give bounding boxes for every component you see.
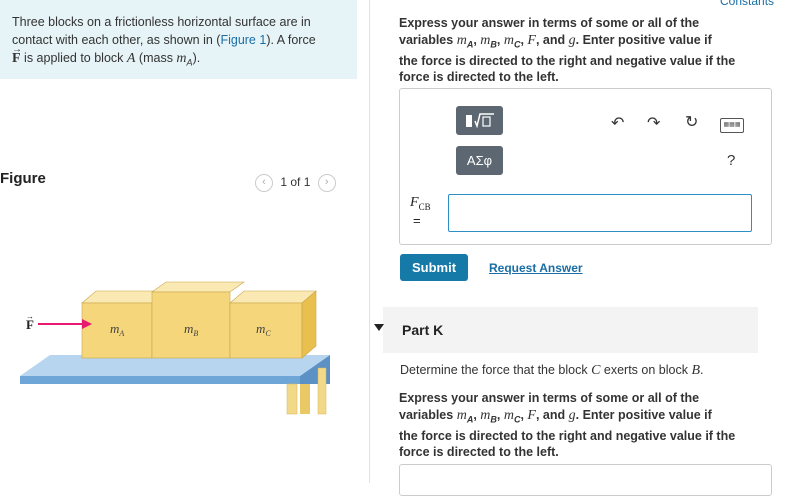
mass-symbol: m [176, 51, 187, 66]
templates-button[interactable] [456, 106, 503, 135]
block-b-top [151, 281, 245, 293]
equals-sign: = [413, 213, 421, 228]
var-sub: B [490, 414, 497, 424]
figure-heading: Figure [0, 170, 46, 187]
instr-positive: . Enter positive value if [575, 32, 712, 47]
reset-icon[interactable]: ↻ [685, 112, 698, 132]
question-text-2: exerts on block [600, 363, 692, 377]
chevron-left-icon[interactable]: ‹ [255, 174, 273, 192]
undo-icon[interactable]: ↶ [611, 113, 624, 133]
answer-instructions: Express your answer in terms of some or … [399, 16, 736, 84]
problem-line-3: is applied to block [20, 51, 127, 65]
question-period: . [700, 363, 704, 377]
greek-symbols-button[interactable]: ΑΣφ [456, 146, 503, 175]
var-m: m [503, 32, 514, 48]
k-instr-line-4: force is directed to the left. [399, 445, 559, 459]
instr-line-4: force is directed to the left. [399, 70, 559, 84]
problem-line-2-end: ). A force [266, 33, 316, 47]
problem-text: Three blocks on a frictionless horizonta… [12, 13, 347, 72]
var-f: F [527, 407, 536, 423]
pager-text: 1 of 1 [280, 175, 311, 190]
instr-variables: variables [399, 32, 457, 47]
k-instr-line-3: the force is directed to the right and n… [399, 428, 736, 443]
instr-line-3: the force is directed to the right and n… [399, 53, 736, 68]
instr-line-1: Express your answer in terms of some or … [399, 16, 700, 30]
answer-label-sub: CB [418, 201, 431, 212]
part-k-title[interactable]: Part K [402, 322, 443, 338]
block-c-top [229, 290, 317, 304]
var-m: m [480, 407, 491, 423]
chevron-right-icon[interactable]: › [317, 174, 336, 192]
submit-button[interactable]: Submit [400, 254, 468, 281]
panel-divider [369, 0, 370, 483]
k-instr-line-1: Express your answer in terms of some or … [399, 391, 700, 405]
problem-line-1: Three blocks on a frictionless horizonta… [12, 15, 311, 29]
table-leg-right [317, 367, 327, 415]
force-vector-arrow: → [26, 312, 34, 321]
mass-prefix: (mass [135, 51, 177, 65]
answer-input[interactable] [448, 194, 752, 232]
request-answer-link[interactable]: Request Answer [489, 261, 583, 275]
help-icon[interactable]: ? [727, 152, 735, 169]
collapse-arrow-icon[interactable] [374, 324, 384, 331]
part-k-answer-box [399, 464, 772, 496]
k-instr-positive: . Enter positive value if [575, 407, 712, 422]
block-c-side [301, 290, 317, 359]
var-sub: C [513, 414, 521, 424]
var-sub: C [513, 39, 521, 49]
problem-line-2: contact with each other, as shown in ( [12, 33, 221, 47]
var-g: g [568, 407, 576, 423]
blocks-figure: F → mA mB mC [20, 281, 330, 415]
question-text: Determine the force that the block [400, 363, 592, 377]
constants-link[interactable]: Constants [720, 0, 774, 8]
templates-icon [465, 113, 494, 129]
block-b-symbol: B [691, 363, 700, 378]
var-sub: B [490, 39, 497, 49]
var-g: g [568, 32, 576, 48]
var-m: m [456, 32, 467, 48]
part-k-instructions: Express your answer in terms of some or … [399, 391, 736, 459]
mass-suffix: ). [192, 51, 201, 65]
redo-icon[interactable]: ↷ [647, 113, 660, 133]
figure-link[interactable]: Figure 1 [220, 33, 266, 47]
table-leg-front [286, 383, 298, 415]
table-front [20, 376, 330, 384]
var-sub: A [466, 414, 474, 424]
answer-label: FCB [410, 195, 431, 212]
var-sub: A [466, 39, 474, 49]
keyboard-icon[interactable]: ▦▦▦ [720, 118, 744, 133]
var-m: m [480, 32, 491, 48]
figure-pager: ‹ 1 of 1 › [255, 174, 336, 192]
var-m: m [503, 407, 514, 423]
part-k-question: Determine the force that the block C exe… [400, 363, 703, 379]
k-instr-variables: variables [399, 407, 457, 422]
table-leg-back [300, 384, 310, 414]
var-f: F [527, 32, 536, 48]
var-m: m [456, 407, 467, 423]
force-symbol: F [12, 41, 22, 68]
